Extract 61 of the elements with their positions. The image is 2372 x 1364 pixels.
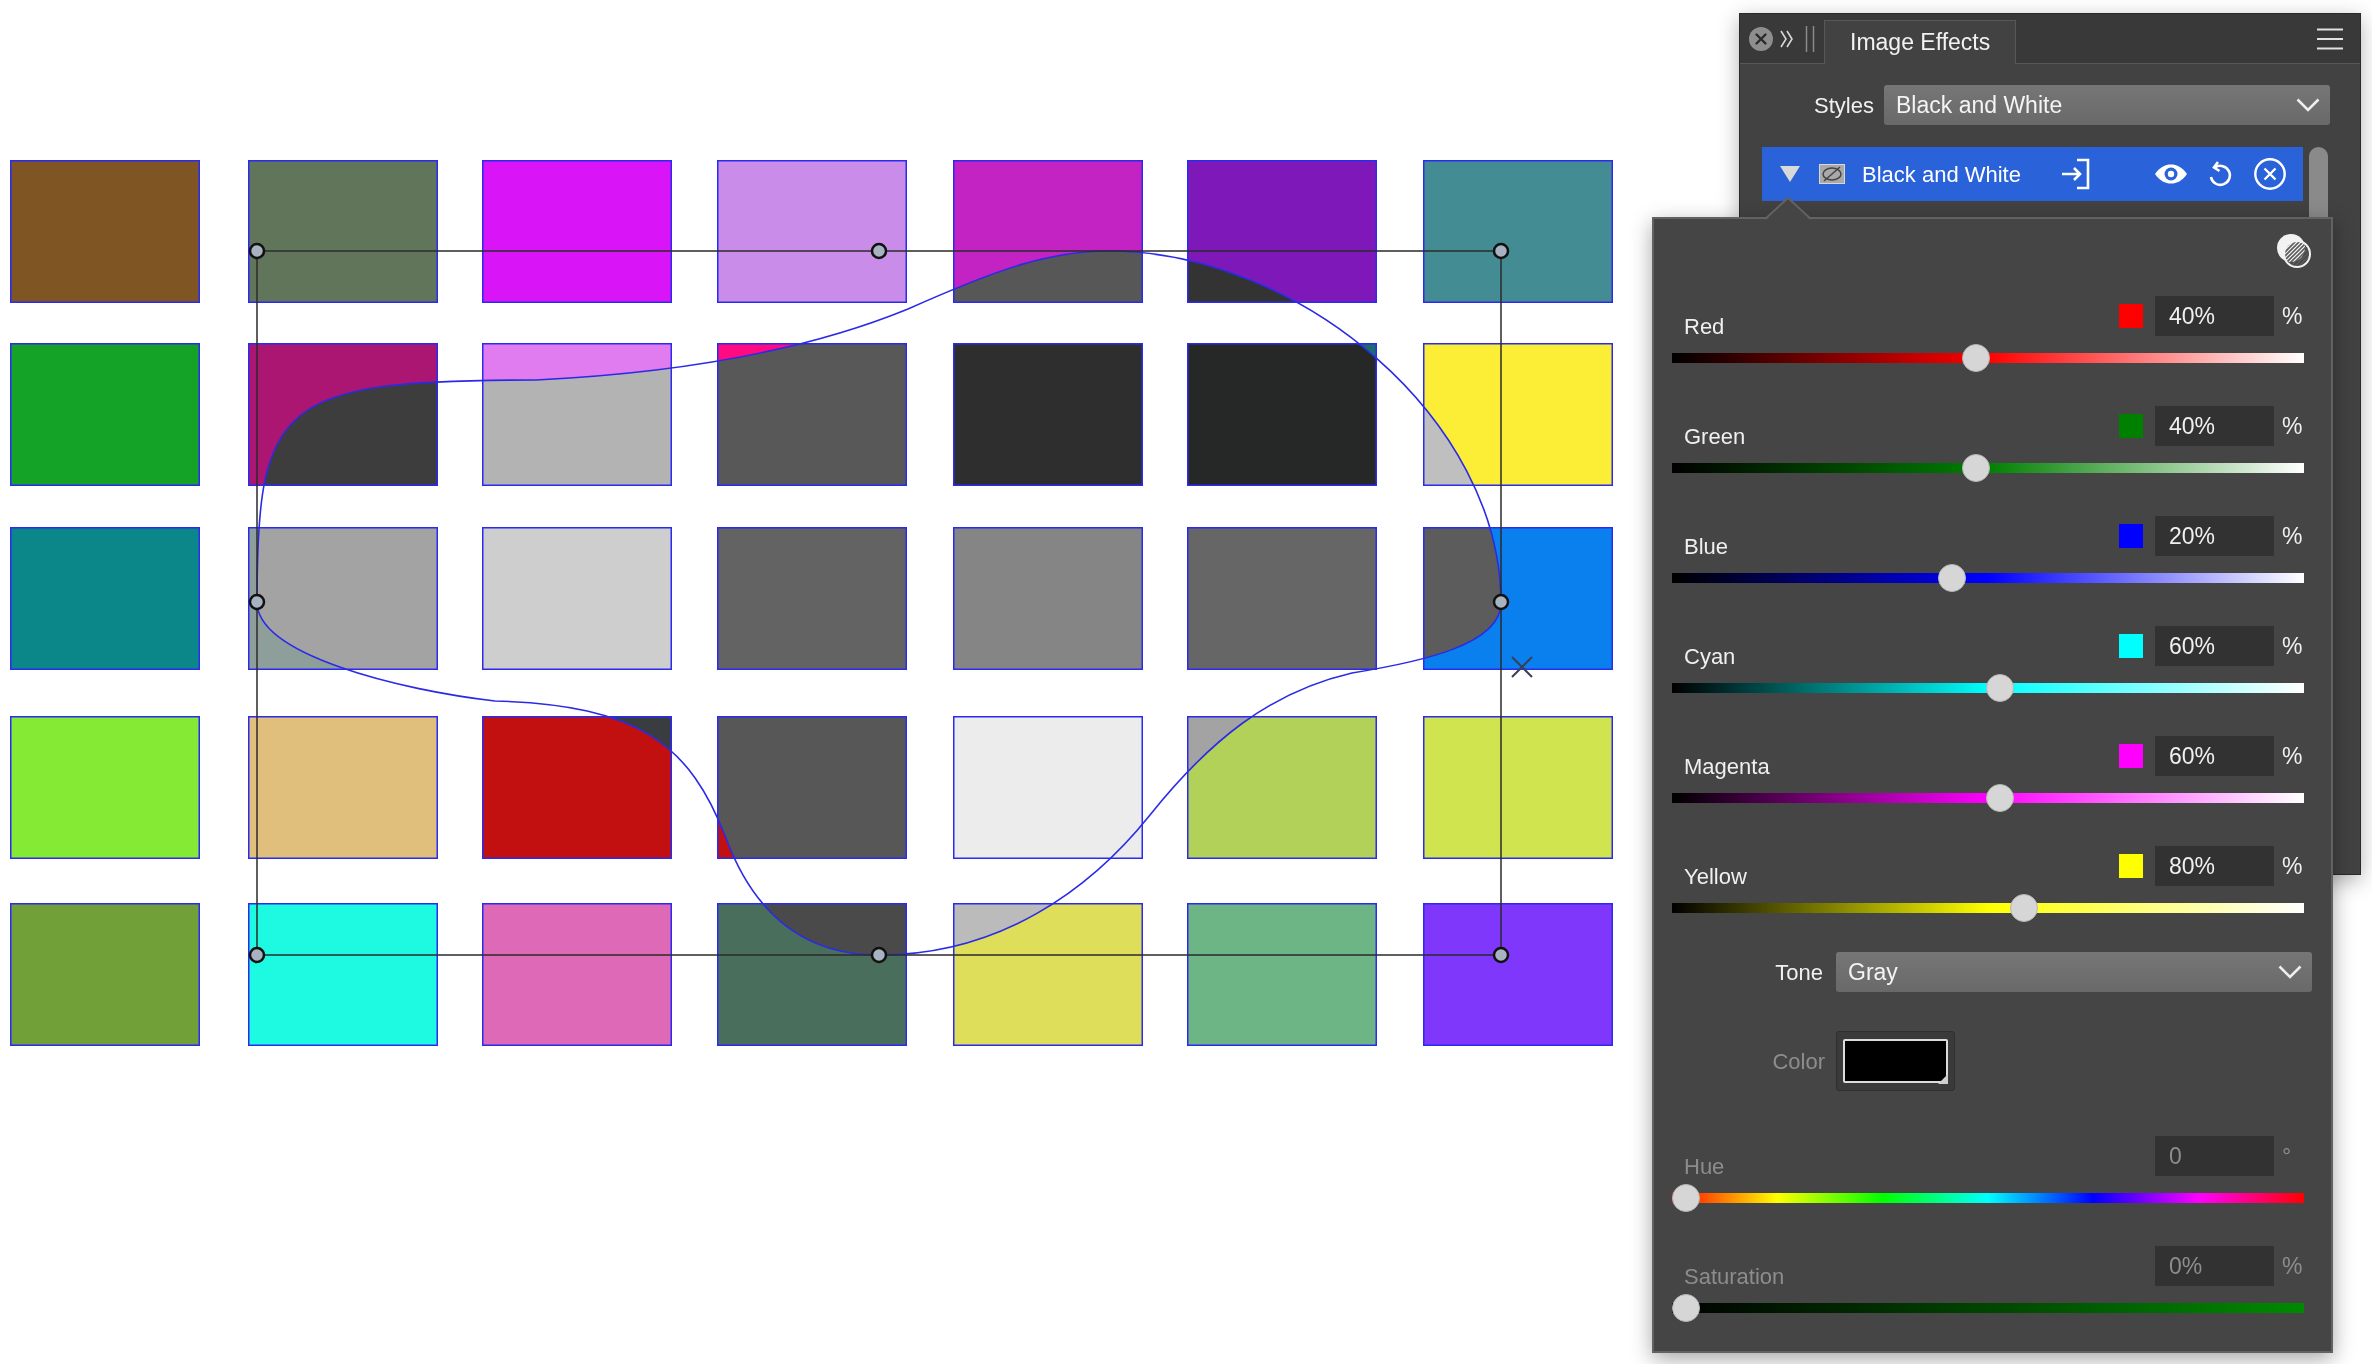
effect-row[interactable]: Black and White (1762, 147, 2303, 201)
control-point-icon[interactable] (1492, 946, 1510, 964)
panel-tab[interactable]: Image Effects (1824, 20, 2017, 64)
slider-label: Blue (1684, 534, 1729, 560)
chevron-down-icon (2278, 965, 2302, 979)
unit-label: % (2282, 301, 2302, 331)
slider-label: Red (1684, 314, 1725, 340)
control-point-icon[interactable] (870, 946, 888, 964)
arrow-into-bracket-icon[interactable] (2060, 158, 2090, 190)
color-well[interactable] (1836, 1031, 1955, 1091)
circle-x-icon[interactable] (2254, 158, 2286, 190)
control-point-icon[interactable] (248, 593, 266, 611)
tone-dropdown[interactable]: Gray (1836, 952, 2312, 992)
value-field[interactable]: 60% (2155, 626, 2274, 666)
control-point-icon[interactable] (870, 242, 888, 260)
value-field[interactable]: 60% (2155, 736, 2274, 776)
eye-icon[interactable] (2154, 164, 2188, 184)
slider-label: Hue (1684, 1154, 1725, 1180)
corner-triangle-icon (1938, 1074, 1948, 1084)
slider-thumb[interactable] (1961, 344, 1990, 372)
disclosure-triangle-icon[interactable] (1780, 166, 1800, 182)
double-chevron-right-icon[interactable] (1780, 29, 1794, 48)
control-point-icon[interactable] (1492, 593, 1510, 611)
slider-label: Yellow (1684, 864, 1747, 890)
slider-thumb[interactable] (1937, 564, 1966, 592)
styles-label: Styles (1813, 91, 1874, 120)
control-point-icon[interactable] (1492, 242, 1510, 260)
unit-label: % (2282, 631, 2302, 661)
value-field[interactable]: 20% (2155, 516, 2274, 556)
menu-icon[interactable] (2317, 27, 2343, 50)
effect-thumbnail-icon (1819, 164, 1845, 184)
unit-label: % (2282, 521, 2302, 551)
slider-thumb[interactable] (1986, 784, 2015, 812)
drag-grip-icon[interactable] (1805, 25, 1815, 52)
chevron-down-icon (2296, 98, 2320, 112)
overlapping-circles-icon[interactable] (2276, 233, 2312, 269)
slider-label: Magenta (1684, 754, 1770, 780)
unit-label: % (2282, 411, 2302, 441)
value-field[interactable]: 80% (2155, 846, 2274, 886)
cross-marker-icon (1511, 656, 1533, 678)
control-point-icon[interactable] (248, 242, 266, 260)
value-field[interactable]: 40% (2155, 296, 2274, 336)
slider-label: Green (1684, 424, 1746, 450)
tone-label: Tone (1774, 958, 1823, 987)
control-point-icon[interactable] (248, 946, 266, 964)
slider-label: Cyan (1684, 644, 1736, 670)
circular-arrow-icon[interactable] (2208, 160, 2232, 188)
unit-label: % (2282, 851, 2302, 881)
slider-thumb[interactable] (1986, 674, 2015, 702)
styles-dropdown[interactable]: Black and White (1884, 85, 2330, 125)
unit-label: % (2282, 1251, 2302, 1281)
value-field[interactable]: 40% (2155, 406, 2274, 446)
close-icon[interactable] (1749, 26, 1773, 51)
unit-label: ° (2282, 1141, 2293, 1171)
effect-name: Black and White (1862, 160, 2021, 189)
unit-label: % (2282, 741, 2302, 771)
slider-thumb[interactable] (1961, 454, 1990, 482)
scrollbar-thumb[interactable] (2309, 147, 2328, 218)
slider-label: Saturation (1684, 1264, 1785, 1290)
color-label: Color (1771, 1047, 1825, 1076)
slider-thumb[interactable] (2010, 894, 2039, 922)
